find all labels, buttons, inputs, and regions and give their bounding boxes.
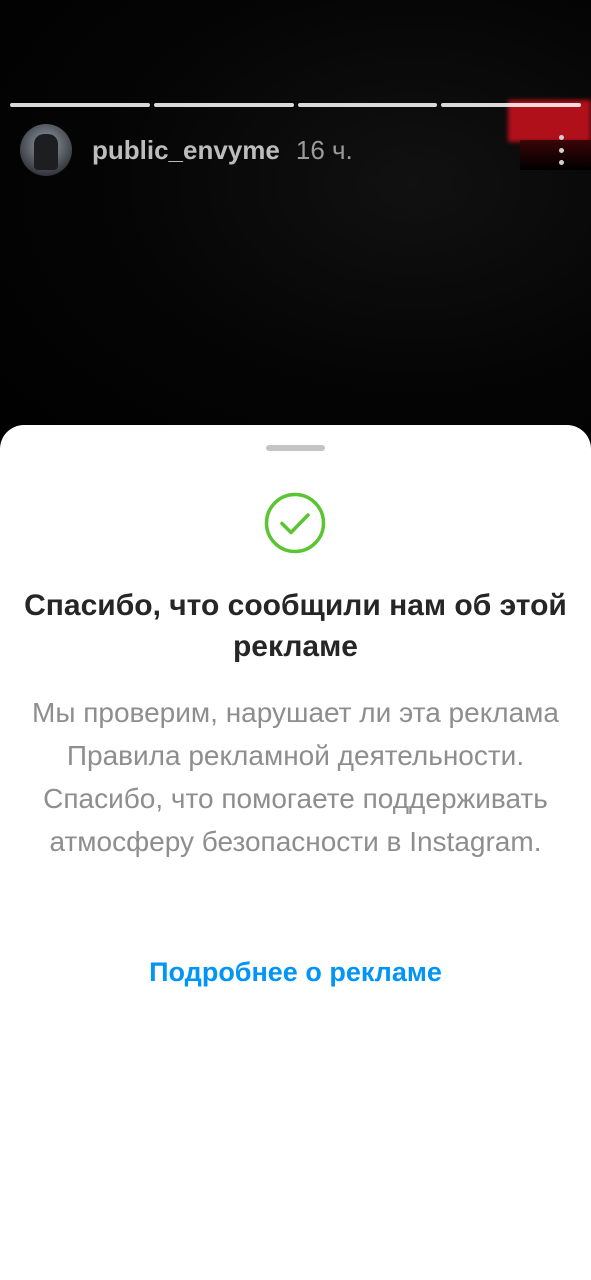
more-dot [558,160,564,165]
progress-segment [441,103,581,107]
story-background[interactable] [0,0,591,460]
check-circle-icon [264,492,326,554]
post-time: 16 ч. [295,134,353,165]
report-confirmation-sheet: Спасибо, что сообщили нам об этой реклам… [0,425,591,1280]
learn-more-about-ads-link[interactable]: Подробнее о рекламе [20,952,571,992]
sheet-description: Мы проверим, нарушает ли эта реклама Пра… [32,697,559,857]
more-vertical-icon[interactable] [551,133,571,167]
username[interactable]: public_envyme [92,135,280,166]
story-header: public_envyme 16 ч. [20,123,571,177]
progress-segment [153,103,294,107]
more-dot [558,147,564,153]
progress-segment [297,103,438,107]
progress-segment [10,103,150,107]
story-progress-bar [10,103,581,107]
story-screen: public_envyme 16 ч. Спасибо, что сообщил… [0,0,591,1280]
sheet-title: Спасибо, что сообщили нам об этой реклам… [24,589,567,663]
sheet-drag-handle[interactable] [266,445,325,451]
avatar[interactable] [20,124,72,176]
more-dot [558,135,564,140]
